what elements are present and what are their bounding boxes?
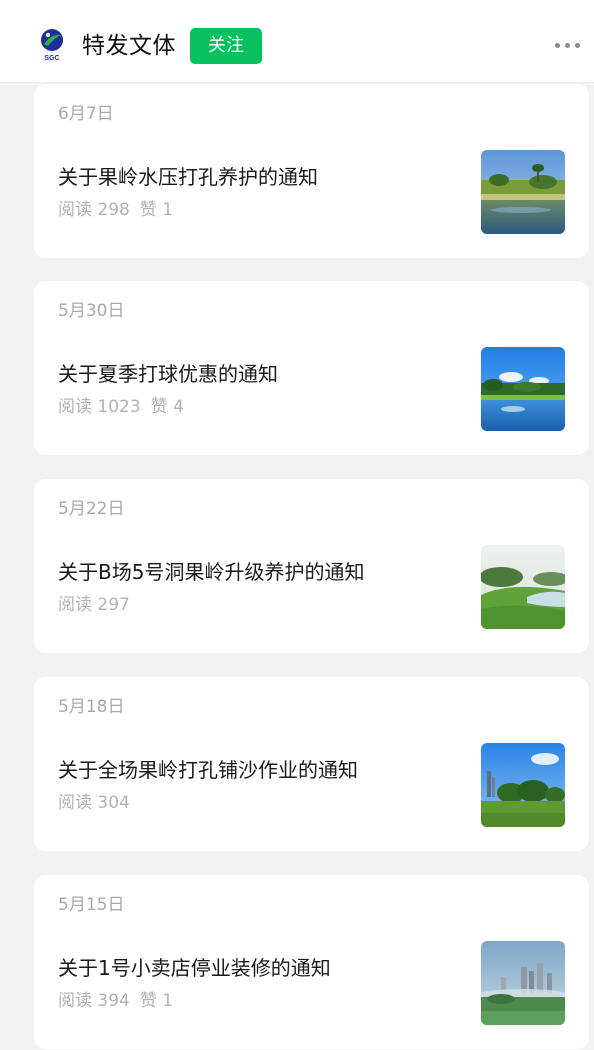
article-thumbnail[interactable] — [481, 347, 565, 431]
dot — [575, 43, 580, 48]
like-count: 赞 1 — [139, 991, 174, 1011]
read-count: 阅读 394 — [58, 991, 130, 1011]
article-thumbnail[interactable] — [481, 545, 565, 629]
account-header: SGC 特发文体 关注 — [0, 0, 594, 83]
article-feed: 6月7日 关于果岭水压打孔养护的通知 阅读 298 赞 1 5月30日 关于夏季… — [0, 0, 594, 1050]
article-date: 5月22日 — [58, 499, 125, 519]
sgc-logo-icon: SGC — [41, 29, 63, 62]
read-count: 阅读 298 — [58, 200, 130, 220]
article-list-page: 6月7日 关于果岭水压打孔养护的通知 阅读 298 赞 1 5月30日 关于夏季… — [0, 0, 594, 1050]
article-card[interactable]: 6月7日 关于果岭水压打孔养护的通知 阅读 298 赞 1 — [34, 84, 589, 258]
like-count: 赞 1 — [139, 200, 174, 220]
article-thumbnail[interactable] — [481, 150, 565, 234]
article-title[interactable]: 关于全场果岭打孔铺沙作业的通知 — [58, 756, 458, 784]
follow-button[interactable]: 关注 — [190, 28, 262, 64]
article-date: 5月30日 — [58, 301, 125, 321]
logo-text: SGC — [44, 55, 59, 62]
article-card[interactable]: 5月30日 关于夏季打球优惠的通知 阅读 1023 赞 4 — [34, 281, 589, 455]
account-name[interactable]: 特发文体 — [82, 30, 176, 62]
article-date: 5月18日 — [58, 697, 125, 717]
article-card[interactable]: 5月15日 关于1号小卖店停业装修的通知 阅读 394 赞 1 — [34, 875, 589, 1049]
article-title[interactable]: 关于夏季打球优惠的通知 — [58, 360, 458, 388]
article-stats: 阅读 1023 赞 4 — [58, 395, 184, 419]
article-thumbnail[interactable] — [481, 941, 565, 1025]
article-title[interactable]: 关于1号小卖店停业装修的通知 — [58, 954, 458, 982]
article-date: 5月15日 — [58, 895, 125, 915]
article-card[interactable]: 5月22日 关于B场5号洞果岭升级养护的通知 阅读 297 — [34, 479, 589, 653]
read-count: 阅读 297 — [58, 595, 130, 615]
read-count: 阅读 1023 — [58, 397, 141, 417]
article-date: 6月7日 — [58, 104, 114, 124]
article-title[interactable]: 关于果岭水压打孔养护的通知 — [58, 163, 458, 191]
article-stats: 阅读 297 — [58, 593, 140, 617]
article-title[interactable]: 关于B场5号洞果岭升级养护的通知 — [58, 558, 458, 586]
more-dots-icon[interactable] — [554, 34, 582, 56]
dot — [555, 43, 560, 48]
golf-misty-city-photo — [481, 941, 565, 1025]
article-thumbnail[interactable] — [481, 743, 565, 827]
golf-city-skyline-photo — [481, 743, 565, 827]
article-stats: 阅读 304 — [58, 791, 140, 815]
article-stats: 阅读 394 赞 1 — [58, 989, 173, 1013]
dot — [565, 43, 570, 48]
golf-lake-sky-photo — [481, 347, 565, 431]
sgc-logo[interactable]: SGC — [36, 28, 68, 62]
golf-pond-photo — [481, 150, 565, 234]
article-stats: 阅读 298 赞 1 — [58, 198, 173, 222]
golf-hillside-lake-photo — [481, 545, 565, 629]
article-card[interactable]: 5月18日 关于全场果岭打孔铺沙作业的通知 阅读 304 — [34, 677, 589, 851]
read-count: 阅读 304 — [58, 793, 130, 813]
like-count: 赞 4 — [150, 397, 184, 417]
